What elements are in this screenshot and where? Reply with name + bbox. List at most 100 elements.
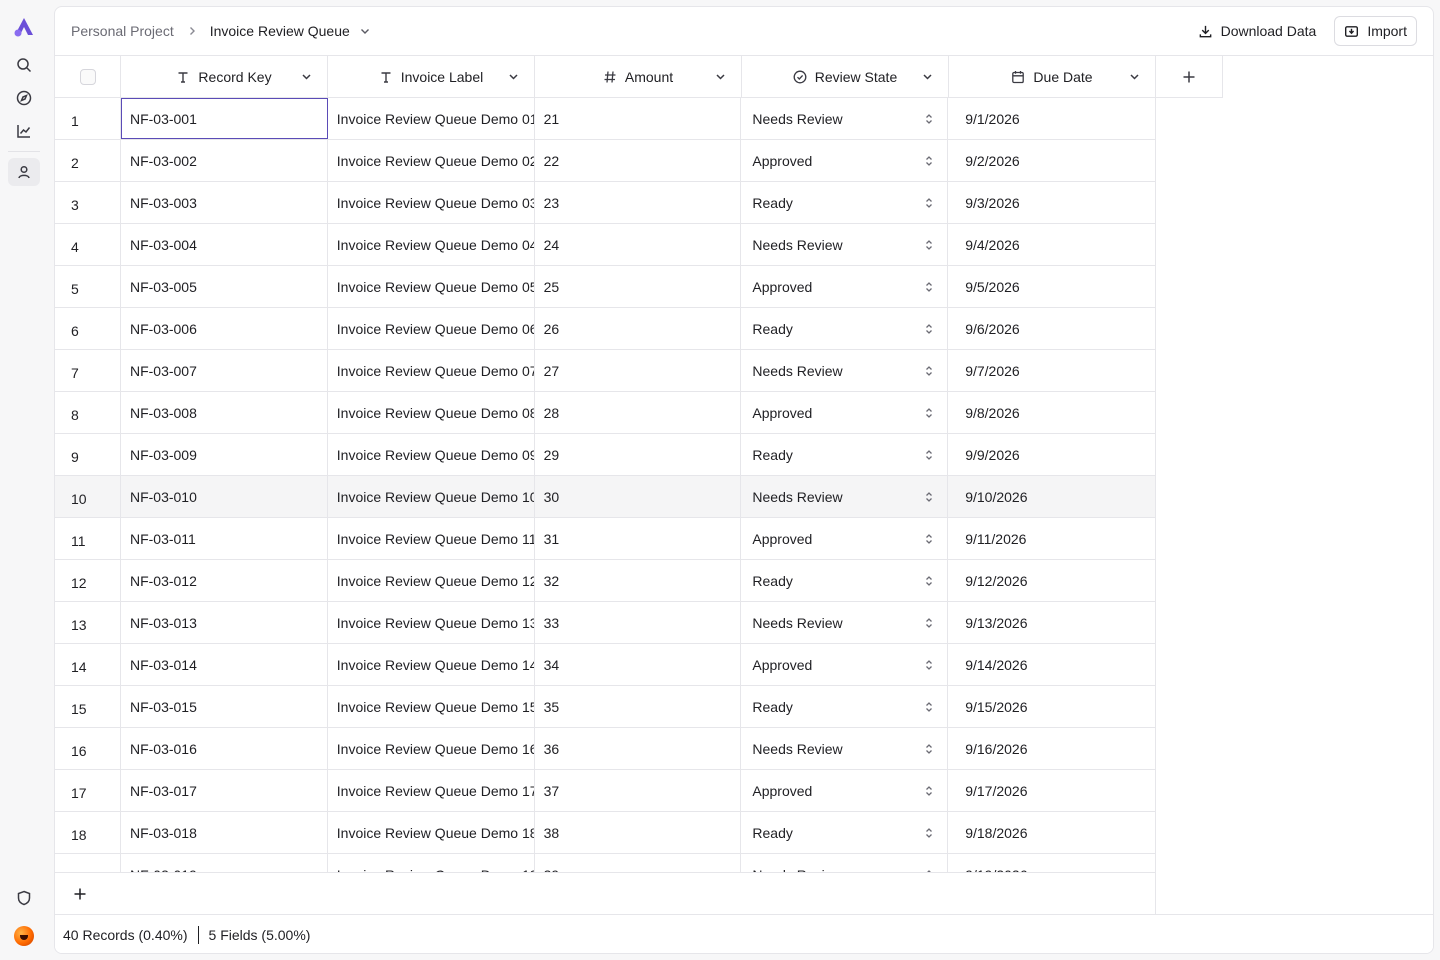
table-row[interactable]: 11 NF-03-011 Invoice Review Queue Demo 11 3… bbox=[55, 518, 1155, 560]
cell-amount[interactable]: 34 bbox=[535, 644, 742, 685]
search-icon[interactable] bbox=[8, 51, 40, 79]
import-button[interactable]: Import bbox=[1334, 16, 1417, 46]
cell-review-state[interactable]: Approved bbox=[741, 644, 949, 685]
table-row[interactable]: 16 NF-03-016 Invoice Review Queue Demo 16 3… bbox=[55, 728, 1155, 770]
chevron-up-down-icon[interactable] bbox=[923, 323, 935, 335]
breadcrumb-project[interactable]: Personal Project bbox=[71, 23, 174, 39]
cell-due-date[interactable]: 9/1/2026 bbox=[948, 98, 1155, 139]
chevron-down-icon[interactable] bbox=[507, 70, 520, 83]
cell-review-state[interactable]: Ready bbox=[741, 812, 949, 853]
cell-invoice-label[interactable]: Invoice Review Queue Demo 01 bbox=[328, 98, 535, 139]
cell-invoice-label[interactable]: Invoice Review Queue Demo 17 bbox=[328, 770, 535, 811]
cell-amount[interactable]: 29 bbox=[535, 434, 742, 475]
cell-due-date[interactable]: 9/4/2026 bbox=[948, 224, 1155, 265]
download-data-button[interactable]: Download Data bbox=[1188, 16, 1327, 46]
chevron-up-down-icon[interactable] bbox=[923, 533, 935, 545]
cell-review-state[interactable]: Needs Review bbox=[741, 854, 949, 872]
chevron-down-icon[interactable] bbox=[714, 70, 727, 83]
cell-invoice-label[interactable]: Invoice Review Queue Demo 07 bbox=[328, 350, 535, 391]
cell-invoice-label[interactable]: Invoice Review Queue Demo 14 bbox=[328, 644, 535, 685]
cell-amount[interactable]: 32 bbox=[535, 560, 742, 601]
chart-icon[interactable] bbox=[8, 117, 40, 145]
app-logo-icon[interactable] bbox=[13, 17, 35, 37]
cell-review-state[interactable]: Ready bbox=[741, 686, 949, 727]
cell-due-date[interactable]: 9/7/2026 bbox=[948, 350, 1155, 391]
avatar[interactable] bbox=[14, 926, 34, 946]
column-header-due-date[interactable]: Due Date bbox=[949, 56, 1156, 97]
table-row[interactable]: 6 NF-03-006 Invoice Review Queue Demo 06 26… bbox=[55, 308, 1155, 350]
cell-record-key[interactable]: NF-03-014 bbox=[121, 644, 328, 685]
chevron-down-icon[interactable] bbox=[300, 70, 313, 83]
cell-record-key[interactable]: NF-03-010 bbox=[121, 476, 328, 517]
cell-amount[interactable]: 26 bbox=[535, 308, 742, 349]
cell-invoice-label[interactable]: Invoice Review Queue Demo 09 bbox=[328, 434, 535, 475]
table-row[interactable]: 8 NF-03-008 Invoice Review Queue Demo 08 28… bbox=[55, 392, 1155, 434]
cell-amount[interactable]: 33 bbox=[535, 602, 742, 643]
chevron-up-down-icon[interactable] bbox=[923, 743, 935, 755]
table-row[interactable]: 17 NF-03-017 Invoice Review Queue Demo 17 3… bbox=[55, 770, 1155, 812]
cell-invoice-label[interactable]: Invoice Review Queue Demo 11 bbox=[328, 518, 535, 559]
chevron-down-icon[interactable] bbox=[1128, 70, 1141, 83]
cell-review-state[interactable]: Approved bbox=[741, 518, 949, 559]
cell-review-state[interactable]: Needs Review bbox=[741, 98, 949, 139]
cell-invoice-label[interactable]: Invoice Review Queue Demo 16 bbox=[328, 728, 535, 769]
cell-record-key[interactable]: NF-03-005 bbox=[121, 266, 328, 307]
cell-record-key[interactable]: NF-03-006 bbox=[121, 308, 328, 349]
table-row[interactable]: 12 NF-03-012 Invoice Review Queue Demo 12 3… bbox=[55, 560, 1155, 602]
user-icon[interactable] bbox=[8, 158, 40, 186]
cell-record-key[interactable]: NF-03-015 bbox=[121, 686, 328, 727]
cell-record-key[interactable]: NF-03-016 bbox=[121, 728, 328, 769]
table-row[interactable]: 13 NF-03-013 Invoice Review Queue Demo 13 3… bbox=[55, 602, 1155, 644]
cell-record-key[interactable]: NF-03-001 bbox=[120, 98, 328, 139]
cell-review-state[interactable]: Approved bbox=[741, 140, 949, 181]
cell-due-date[interactable]: 9/14/2026 bbox=[948, 644, 1155, 685]
cell-amount[interactable]: 37 bbox=[535, 770, 742, 811]
chevron-up-down-icon[interactable] bbox=[923, 407, 935, 419]
cell-review-state[interactable]: Needs Review bbox=[741, 350, 949, 391]
cell-amount[interactable]: 35 bbox=[535, 686, 742, 727]
column-header-record-key[interactable]: Record Key bbox=[121, 56, 328, 97]
cell-due-date[interactable]: 9/2/2026 bbox=[948, 140, 1155, 181]
cell-amount[interactable]: 38 bbox=[535, 812, 742, 853]
cell-invoice-label[interactable]: Invoice Review Queue Demo 10 bbox=[328, 476, 535, 517]
chevron-up-down-icon[interactable] bbox=[923, 155, 935, 167]
cell-due-date[interactable]: 9/17/2026 bbox=[948, 770, 1155, 811]
cell-due-date[interactable]: 9/11/2026 bbox=[948, 518, 1155, 559]
cell-due-date[interactable]: 9/8/2026 bbox=[948, 392, 1155, 433]
cell-amount[interactable]: 30 bbox=[535, 476, 742, 517]
table-row[interactable]: 4 NF-03-004 Invoice Review Queue Demo 04 24… bbox=[55, 224, 1155, 266]
chevron-up-down-icon[interactable] bbox=[923, 113, 935, 125]
table-row[interactable]: 2 NF-03-002 Invoice Review Queue Demo 02 22… bbox=[55, 140, 1155, 182]
cell-due-date[interactable]: 9/6/2026 bbox=[948, 308, 1155, 349]
cell-amount[interactable]: 23 bbox=[535, 182, 742, 223]
table-row[interactable]: 7 NF-03-007 Invoice Review Queue Demo 07 27… bbox=[55, 350, 1155, 392]
cell-amount[interactable]: 22 bbox=[535, 140, 742, 181]
cell-amount[interactable]: 24 bbox=[535, 224, 742, 265]
table-row[interactable]: 15 NF-03-015 Invoice Review Queue Demo 15 3… bbox=[55, 686, 1155, 728]
chevron-up-down-icon[interactable] bbox=[923, 827, 935, 839]
compass-icon[interactable] bbox=[8, 84, 40, 112]
cell-record-key[interactable]: NF-03-017 bbox=[121, 770, 328, 811]
cell-review-state[interactable]: Needs Review bbox=[741, 224, 949, 265]
cell-due-date[interactable]: 9/15/2026 bbox=[948, 686, 1155, 727]
chevron-up-down-icon[interactable] bbox=[923, 575, 935, 587]
cell-invoice-label[interactable]: Invoice Review Queue Demo 12 bbox=[328, 560, 535, 601]
cell-review-state[interactable]: Ready bbox=[741, 308, 949, 349]
cell-review-state[interactable]: Needs Review bbox=[741, 476, 949, 517]
table-row[interactable]: 10 NF-03-010 Invoice Review Queue Demo 10 3… bbox=[55, 476, 1155, 518]
cell-amount[interactable]: 31 bbox=[535, 518, 742, 559]
chevron-up-down-icon[interactable] bbox=[923, 785, 935, 797]
cell-review-state[interactable]: Approved bbox=[741, 770, 949, 811]
cell-record-key[interactable]: NF-03-013 bbox=[121, 602, 328, 643]
cell-record-key[interactable]: NF-03-011 bbox=[121, 518, 328, 559]
cell-review-state[interactable]: Ready bbox=[741, 182, 949, 223]
cell-record-key[interactable]: NF-03-003 bbox=[121, 182, 328, 223]
cell-review-state[interactable]: Needs Review bbox=[741, 602, 949, 643]
cell-invoice-label[interactable]: Invoice Review Queue Demo 13 bbox=[328, 602, 535, 643]
cell-due-date[interactable]: 9/16/2026 bbox=[948, 728, 1155, 769]
chevron-down-icon[interactable] bbox=[921, 70, 934, 83]
cell-due-date[interactable]: 9/3/2026 bbox=[948, 182, 1155, 223]
cell-amount[interactable]: 28 bbox=[535, 392, 742, 433]
table-row[interactable]: 9 NF-03-009 Invoice Review Queue Demo 09 29… bbox=[55, 434, 1155, 476]
cell-due-date[interactable]: 9/5/2026 bbox=[948, 266, 1155, 307]
